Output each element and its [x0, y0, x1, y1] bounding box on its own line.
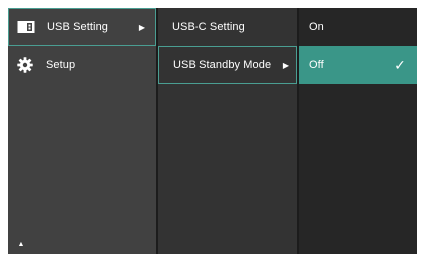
submenu-item-usb-c-setting[interactable]: USB-C Setting: [158, 8, 297, 46]
option-label: On: [309, 21, 324, 33]
submenu-arrow-icon: ▶: [282, 60, 290, 70]
usb-setting-icon: [17, 18, 35, 36]
osd-menu: USB Setting ▶ Setup ▲ USB-C Setting USB …: [8, 8, 417, 254]
submenu-column: USB-C Setting USB Standby Mode ▶: [158, 8, 299, 254]
option-label: Off: [309, 59, 324, 71]
options-column: On Off ✓: [299, 8, 417, 254]
menu-item-setup[interactable]: Setup: [8, 46, 156, 84]
option-on[interactable]: On: [299, 8, 417, 46]
menu-item-label: Setup: [46, 59, 76, 71]
menu-item-usb-setting[interactable]: USB Setting ▶: [8, 8, 156, 46]
scroll-up-icon[interactable]: ▲: [16, 240, 26, 248]
option-off[interactable]: Off ✓: [299, 46, 417, 84]
submenu-arrow-icon: ▶: [138, 22, 146, 32]
submenu-item-label: USB Standby Mode: [173, 59, 272, 71]
gear-icon: [16, 56, 34, 74]
menu-item-label: USB Setting: [47, 21, 109, 33]
main-menu-column: USB Setting ▶ Setup ▲: [8, 8, 158, 254]
submenu-item-label: USB-C Setting: [172, 21, 245, 33]
check-icon: ✓: [394, 56, 406, 73]
submenu-item-usb-standby-mode[interactable]: USB Standby Mode ▶: [158, 46, 297, 84]
